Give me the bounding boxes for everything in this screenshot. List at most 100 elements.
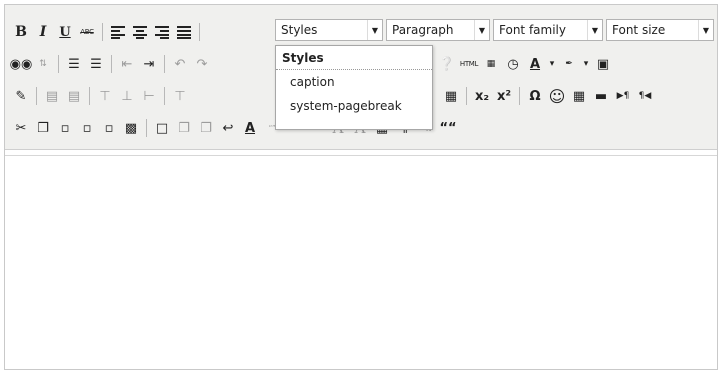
- styles-menu-item[interactable]: caption: [276, 70, 432, 94]
- styles-menu-item[interactable]: system-pagebreak: [276, 94, 432, 118]
- find-button[interactable]: ◉◉: [9, 54, 33, 74]
- outdent-icon: ⇤: [121, 56, 133, 72]
- toolbar-separator: [164, 87, 165, 105]
- paste-text-button[interactable]: ▫: [77, 118, 97, 138]
- help-button[interactable]: ❔: [437, 54, 457, 74]
- insert-time-button[interactable]: ◷: [503, 54, 523, 74]
- align-left-button[interactable]: [108, 22, 128, 42]
- font-family-select-value: Font family: [499, 23, 566, 37]
- emoticons-button[interactable]: ☺: [547, 86, 567, 106]
- blockquote-button[interactable]: ““: [438, 118, 458, 138]
- toolbar-separator: [164, 55, 165, 73]
- paragraph-select[interactable]: Paragraph ▼: [386, 19, 490, 41]
- text-color-button[interactable]: A: [525, 54, 545, 74]
- table-icon: ▦: [444, 88, 458, 104]
- insert-col-icon: ⊤: [174, 88, 186, 104]
- toolbar-separator: [466, 87, 467, 105]
- underline-button[interactable]: U: [55, 22, 75, 42]
- paste-word-icon: ▫: [104, 120, 114, 136]
- redo-button[interactable]: ↷: [192, 54, 212, 74]
- chevron-down-icon[interactable]: ▼: [587, 20, 602, 40]
- fullscreen-button[interactable]: ▣: [593, 54, 613, 74]
- rtl-button[interactable]: ¶◀: [635, 86, 655, 106]
- toolbar-separator: [146, 119, 147, 137]
- indent-button[interactable]: ⇥: [139, 54, 159, 74]
- insert-layer-button[interactable]: ❐: [174, 118, 194, 138]
- absolute-icon: ↩: [222, 120, 234, 136]
- strikethrough-button[interactable]: ABC: [77, 22, 97, 42]
- highlight-color-dropdown[interactable]: ▾: [581, 54, 591, 74]
- cut-button[interactable]: ✂: [11, 118, 31, 138]
- toolbar-row-2: ◉◉ ⇅ ☰ ☰ ⇤ ⇥ ↶ ↷: [9, 51, 214, 77]
- insert-date-button[interactable]: ▦: [481, 54, 501, 74]
- styleprops-button[interactable]: A: [240, 118, 260, 138]
- rtl-icon: ¶◀: [638, 91, 652, 101]
- highlight-color-button[interactable]: ✒: [559, 54, 579, 74]
- paste-icon: ▫: [60, 120, 70, 136]
- horizontal-rule-button[interactable]: ▬: [591, 86, 611, 106]
- bullet-list-icon: ☰: [68, 56, 80, 72]
- edit-button[interactable]: ✎: [11, 86, 31, 106]
- media-button[interactable]: ▦: [569, 86, 589, 106]
- insert-row-before-icon: ⊤: [99, 88, 111, 104]
- align-left-icon: [111, 26, 125, 39]
- paste-button[interactable]: ▫: [55, 118, 75, 138]
- align-center-button[interactable]: [130, 22, 150, 42]
- toolbar-separator: [519, 87, 520, 105]
- italic-button[interactable]: I: [33, 22, 53, 42]
- copy-button[interactable]: ❐: [33, 118, 53, 138]
- visual-aid-icon: □: [155, 120, 169, 136]
- move-forward-button[interactable]: ❐: [196, 118, 216, 138]
- font-family-select[interactable]: Font family ▼: [493, 19, 603, 41]
- undo-button[interactable]: ↶: [170, 54, 190, 74]
- insert-col-before-button[interactable]: ⊤: [170, 86, 190, 106]
- toolbar-separator: [58, 55, 59, 73]
- toolbar-separator: [89, 87, 90, 105]
- styles-menu-header: Styles: [276, 46, 432, 70]
- paragraph-select-value: Paragraph: [392, 23, 454, 37]
- insert-row-after-button[interactable]: ⊥: [117, 86, 137, 106]
- ltr-button[interactable]: ▶¶: [613, 86, 633, 106]
- special-char-button[interactable]: Ω: [525, 86, 545, 106]
- text-color-dropdown[interactable]: ▾: [547, 54, 557, 74]
- ltr-icon: ▶¶: [616, 91, 630, 101]
- replace-icon: ⇅: [39, 59, 47, 69]
- visual-aid-button[interactable]: □: [152, 118, 172, 138]
- outdent-button[interactable]: ⇤: [117, 54, 137, 74]
- insert-row-after-icon: ⊥: [121, 88, 133, 104]
- table-row-props-button[interactable]: ▤: [42, 86, 62, 106]
- superscript-button[interactable]: x²: [494, 86, 514, 106]
- scissors-icon: ✂: [15, 120, 27, 136]
- bullet-list-button[interactable]: ☰: [64, 54, 84, 74]
- editor-content-area[interactable]: [5, 155, 717, 369]
- paste-word-button[interactable]: ▫: [99, 118, 119, 138]
- align-justify-icon: [177, 26, 191, 39]
- styles-select-value: Styles: [281, 23, 318, 37]
- chevron-down-icon[interactable]: ▼: [474, 20, 489, 40]
- chevron-down-icon[interactable]: ▼: [367, 20, 382, 40]
- insert-row-before-button[interactable]: ⊤: [95, 86, 115, 106]
- delete-row-icon: ⊢: [143, 88, 155, 104]
- chevron-down-icon[interactable]: ▼: [698, 20, 713, 40]
- toolbar-separator: [199, 23, 200, 41]
- align-right-icon: [155, 26, 169, 39]
- table-cell-props-button[interactable]: ▤: [64, 86, 84, 106]
- font-size-select[interactable]: Font size ▼: [606, 19, 714, 41]
- absolute-button[interactable]: ↩: [218, 118, 238, 138]
- styles-select[interactable]: Styles ▼: [275, 19, 383, 41]
- binoculars-icon: ◉◉: [9, 56, 33, 72]
- fullscreen-icon: ▣: [596, 56, 610, 72]
- align-right-button[interactable]: [152, 22, 172, 42]
- insert-table-button[interactable]: ▦: [441, 86, 461, 106]
- edit-icon: ✎: [15, 88, 27, 104]
- horizontal-rule-icon: ▬: [594, 88, 608, 104]
- delete-row-button[interactable]: ⊢: [139, 86, 159, 106]
- numbered-list-button[interactable]: ☰: [86, 54, 106, 74]
- html-source-button[interactable]: HTML: [459, 54, 479, 74]
- bold-button[interactable]: B: [11, 22, 31, 42]
- chevron-down-icon: ▾: [549, 59, 555, 69]
- replace-button[interactable]: ⇅: [33, 54, 53, 74]
- align-justify-button[interactable]: [174, 22, 194, 42]
- subscript-button[interactable]: x₂: [472, 86, 492, 106]
- select-all-button[interactable]: ▩: [121, 118, 141, 138]
